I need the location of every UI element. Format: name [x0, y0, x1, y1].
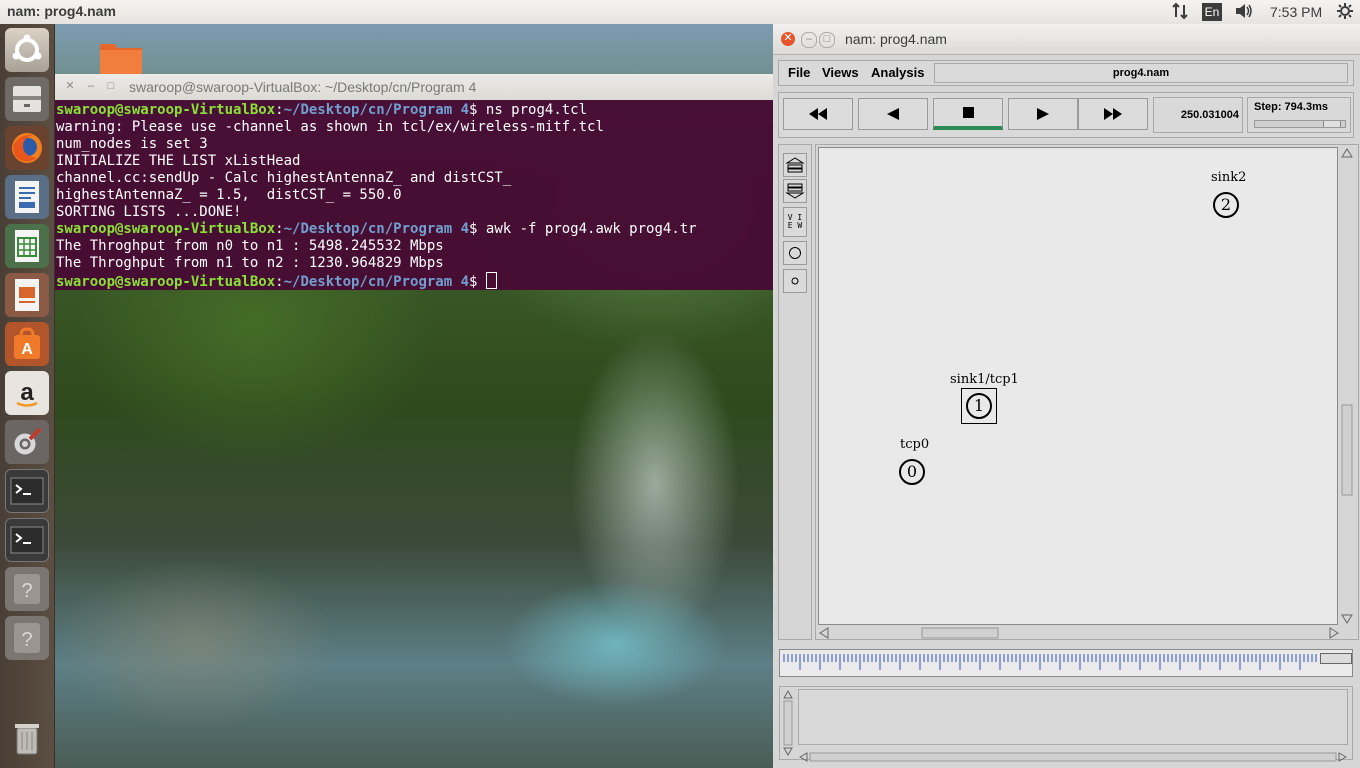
svg-text:?: ? — [21, 580, 32, 602]
impress-icon[interactable] — [5, 273, 49, 317]
minimize-icon[interactable]: – — [801, 32, 817, 48]
annotation-list[interactable] — [798, 689, 1348, 745]
clock[interactable]: 7:53 PM — [1270, 2, 1322, 22]
unknown-app-icon[interactable]: ? — [5, 567, 49, 611]
step-label: Step: 794.3ms — [1254, 101, 1328, 113]
step-slider-thumb[interactable] — [1323, 121, 1341, 127]
nam-menubar: File Views Analysis prog4.nam — [778, 60, 1354, 86]
launcher: A a ? ? — [0, 24, 55, 768]
folder-icon[interactable] — [98, 38, 144, 76]
terminal-icon[interactable] — [5, 518, 49, 562]
writer-icon[interactable] — [5, 175, 49, 219]
annotation-vertical-scrollbar[interactable] — [782, 689, 794, 757]
fast-forward-button[interactable] — [1078, 98, 1148, 130]
menu-analysis[interactable]: Analysis — [871, 65, 924, 80]
terminal-line: The Throghput from n1 to n2 : 1230.96482… — [56, 255, 444, 271]
circle-large-icon[interactable] — [783, 241, 807, 265]
terminal-line: channel.cc:sendUp - Calc highestAntennaZ… — [56, 170, 512, 186]
trash-icon[interactable] — [5, 716, 49, 760]
nam-window[interactable]: ✕ – □ nam: prog4.nam File Views Analysis… — [773, 24, 1360, 768]
terminal-window[interactable]: ✕ – □ swaroop@swaroop-VirtualBox: ~/Desk… — [55, 74, 773, 290]
terminal-line: swaroop@swaroop-VirtualBox:~/Desktop/cn/… — [56, 102, 588, 118]
maximize-icon[interactable]: □ — [104, 80, 118, 94]
step-control: Step: 794.3ms — [1247, 97, 1351, 133]
minimize-icon[interactable]: – — [84, 80, 98, 94]
calc-icon[interactable] — [5, 224, 49, 268]
unknown-app-icon[interactable]: ? — [5, 616, 49, 660]
view-button[interactable]: V I E W — [783, 207, 807, 237]
play-forward-button[interactable] — [1008, 98, 1078, 130]
animation-frame: sink2 2 sink1/tcp1 1 tcp0 0 — [815, 144, 1359, 640]
terminal-line: INITIALIZE THE LIST xListHead — [56, 153, 301, 169]
timeline-slider[interactable] — [779, 649, 1353, 677]
keyboard-layout-indicator[interactable]: En — [1202, 3, 1222, 21]
node-label-1: sink1/tcp1 — [950, 372, 1019, 387]
menu-views[interactable]: Views — [822, 65, 859, 80]
play-backward-button[interactable] — [858, 98, 928, 130]
terminal-output[interactable]: swaroop@swaroop-VirtualBox:~/Desktop/cn/… — [55, 100, 773, 290]
rewind-button[interactable] — [783, 98, 853, 130]
svg-text:?: ? — [21, 629, 32, 651]
timeline-thumb[interactable] — [1320, 653, 1352, 664]
amazon-icon[interactable]: a — [5, 371, 49, 415]
terminal-line: num_nodes is set 3 — [56, 136, 208, 152]
terminal-line: swaroop@swaroop-VirtualBox:~/Desktop/cn/… — [56, 272, 772, 290]
active-window-title: nam: prog4.nam — [7, 3, 116, 19]
nam-titlebar[interactable]: ✕ – □ nam: prog4.nam — [773, 24, 1360, 55]
software-center-icon[interactable]: A — [5, 322, 49, 366]
firefox-icon[interactable] — [5, 126, 49, 170]
terminal-line: swaroop@swaroop-VirtualBox:~/Desktop/cn/… — [56, 221, 697, 237]
annotation-pane — [779, 686, 1353, 762]
time-readout: 250.031004 — [1153, 97, 1243, 133]
playback-controls: 250.031004 Step: 794.3ms — [778, 92, 1354, 138]
horizontal-scrollbar[interactable] — [818, 625, 1340, 639]
svg-text:A: A — [21, 341, 33, 358]
close-icon[interactable]: ✕ — [781, 32, 795, 46]
terminal-line: warning: Please use -channel as shown in… — [56, 119, 604, 135]
nam-title: nam: prog4.nam — [845, 31, 947, 47]
node-1[interactable]: 1 — [966, 393, 992, 419]
timeline-ticks — [783, 654, 1317, 670]
volume-icon[interactable] — [1234, 2, 1254, 22]
terminal-title: swaroop@swaroop-VirtualBox: ~/Desktop/cn… — [129, 79, 477, 95]
node-2[interactable]: 2 — [1213, 192, 1239, 218]
node-0[interactable]: 0 — [899, 459, 925, 485]
stop-button[interactable] — [933, 98, 1003, 130]
terminal-cursor — [485, 272, 497, 289]
nam-file-name: prog4.nam — [934, 63, 1348, 83]
svg-text:a: a — [20, 379, 34, 406]
terminal-line: highestAntennaZ_ = 1.5, distCST_ = 550.0 — [56, 187, 402, 203]
terminal-titlebar[interactable]: ✕ – □ swaroop@swaroop-VirtualBox: ~/Desk… — [55, 74, 773, 101]
nam-toolbar: V I E W — [778, 144, 812, 640]
top-panel: nam: prog4.nam En 7:53 PM — [0, 0, 1360, 25]
step-slider[interactable] — [1254, 120, 1346, 128]
zoom-out-icon[interactable] — [783, 179, 807, 203]
node-label-0: tcp0 — [900, 437, 930, 452]
annotation-horizontal-scrollbar[interactable] — [798, 747, 1348, 762]
terminal-line: SORTING LISTS ...DONE! — [56, 204, 242, 220]
files-icon[interactable] — [5, 77, 49, 121]
zoom-in-icon[interactable] — [783, 153, 807, 177]
gear-icon[interactable] — [1336, 2, 1354, 22]
terminal-icon[interactable] — [5, 469, 49, 513]
node-label-2: sink2 — [1211, 170, 1247, 185]
network-arrows-icon[interactable] — [1171, 2, 1189, 22]
animation-canvas[interactable]: sink2 2 sink1/tcp1 1 tcp0 0 — [818, 147, 1338, 625]
menu-file[interactable]: File — [788, 65, 810, 80]
close-icon[interactable]: ✕ — [63, 80, 77, 94]
vertical-scrollbar[interactable] — [1340, 147, 1354, 625]
circle-small-icon[interactable] — [783, 269, 807, 293]
terminal-line: The Throghput from n0 to n1 : 5498.24553… — [56, 238, 444, 254]
settings-icon[interactable] — [5, 420, 49, 464]
maximize-icon[interactable]: □ — [819, 32, 835, 48]
ubuntu-dash-icon[interactable] — [5, 28, 49, 72]
